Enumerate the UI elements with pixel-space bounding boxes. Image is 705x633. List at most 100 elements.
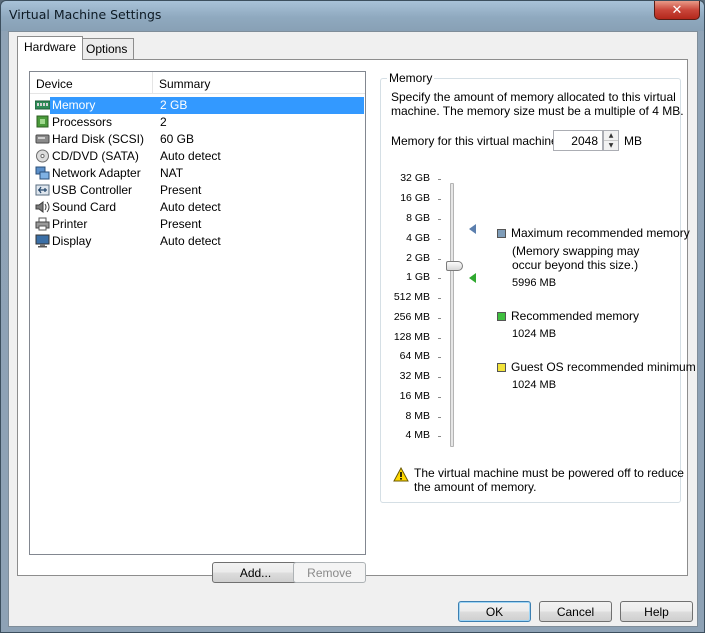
guest-os-minimum-value: 1024 MB: [512, 379, 557, 391]
cd-dvd-icon: [36, 149, 49, 163]
dialog-client-area: Hardware Options Device Summary Memory 2…: [8, 31, 698, 627]
scale-tick-mark: [438, 436, 441, 437]
scale-tick-label: 8 GB: [406, 212, 430, 224]
scale-tick-label: 512 MB: [393, 291, 430, 303]
window-title: Virtual Machine Settings: [9, 7, 162, 22]
guest-os-minimum-label: Guest OS recommended minimum: [511, 360, 696, 374]
ok-button[interactable]: OK: [458, 601, 531, 622]
printer-icon: [35, 217, 50, 231]
scale-tick-mark: [438, 219, 441, 220]
warning-icon: [393, 467, 409, 482]
device-list[interactable]: Device Summary Memory 2 GB Processors 2 …: [29, 71, 366, 555]
hard-disk-icon: [35, 134, 50, 144]
device-name: Printer: [52, 217, 88, 231]
scale-tick-mark: [438, 239, 441, 240]
max-recommended-label: Maximum recommended memory: [511, 226, 690, 240]
device-row-network-adapter[interactable]: Network Adapter NAT: [32, 165, 364, 182]
spin-up-icon[interactable]: ▲: [604, 131, 618, 141]
scale-tick-mark: [438, 338, 441, 339]
scale-tick-mark: [438, 377, 441, 378]
ok-button-label: OK: [485, 604, 504, 619]
device-row-cd-dvd[interactable]: CD/DVD (SATA) Auto detect: [32, 148, 364, 165]
scale-tick-mark: [438, 397, 441, 398]
device-row-sound-card[interactable]: Sound Card Auto detect: [32, 199, 364, 216]
device-summary: Auto detect: [160, 149, 221, 163]
virtual-machine-settings-window: Virtual Machine Settings ✕ Hardware Opti…: [0, 0, 705, 633]
column-header-summary[interactable]: Summary: [159, 77, 210, 91]
warning-text-line1: The virtual machine must be powered off …: [414, 466, 684, 480]
scale-tick-label: 128 MB: [393, 331, 430, 343]
memory-slider-thumb[interactable]: [446, 261, 463, 271]
memory-group: Memory Specify the amount of memory allo…: [380, 71, 696, 503]
max-recommended-legend-icon: [497, 229, 506, 238]
help-button[interactable]: Help: [620, 601, 693, 622]
scale-tick-mark: [438, 179, 441, 180]
device-row-usb-controller[interactable]: USB Controller Present: [32, 182, 364, 199]
memory-description-line1: Specify the amount of memory allocated t…: [391, 90, 676, 104]
max-recommended-note-line2: occur beyond this size.): [512, 258, 639, 272]
title-bar[interactable]: Virtual Machine Settings ✕: [1, 1, 704, 31]
warning-text-line2: the amount of memory.: [414, 480, 537, 494]
device-summary: Present: [160, 217, 202, 231]
device-row-display[interactable]: Display Auto detect: [32, 233, 364, 250]
add-device-button[interactable]: Add...: [212, 562, 299, 583]
remove-device-button-label: Remove: [307, 565, 352, 580]
usb-icon: [35, 184, 50, 196]
cancel-button[interactable]: Cancel: [539, 601, 612, 622]
scale-tick-label: 32 MB: [399, 370, 430, 382]
network-adapter-icon: [35, 166, 50, 180]
memory-description-line2: machine. The memory size must be a multi…: [391, 104, 684, 118]
memory-slider-track[interactable]: [450, 183, 454, 447]
scale-tick-mark: [438, 278, 441, 279]
scale-tick-label: 64 MB: [399, 350, 430, 362]
memory-field-label: Memory for this virtual machine:: [391, 134, 562, 148]
tab-options[interactable]: Options: [79, 38, 135, 59]
scale-tick-mark: [438, 259, 441, 260]
close-icon: ✕: [671, 2, 683, 18]
scale-tick-label: 1 GB: [406, 271, 430, 283]
recommended-marker-icon: [469, 273, 476, 283]
memory-unit-label: MB: [624, 134, 642, 148]
recommended-legend-icon: [497, 312, 506, 321]
recommended-label: Recommended memory: [511, 309, 640, 323]
display-icon: [35, 234, 50, 248]
scale-tick-label: 2 GB: [406, 252, 430, 264]
column-header-device[interactable]: Device: [36, 77, 73, 91]
processor-icon: [36, 115, 49, 128]
sound-card-icon: [35, 201, 50, 213]
device-name: Memory: [52, 98, 96, 112]
scale-tick-label: 4 MB: [405, 429, 430, 441]
device-list-header: Device Summary: [30, 72, 365, 94]
device-name: Sound Card: [52, 200, 117, 214]
device-row-processors[interactable]: Processors 2: [32, 114, 364, 131]
scale-tick-mark: [438, 357, 441, 358]
remove-device-button: Remove: [293, 562, 366, 583]
device-name: CD/DVD (SATA): [52, 149, 139, 163]
scale-tick-mark: [438, 199, 441, 200]
device-summary: Auto detect: [160, 200, 221, 214]
tab-hardware-label: Hardware: [24, 40, 77, 54]
device-row-memory[interactable]: Memory 2 GB: [32, 97, 364, 114]
device-summary: NAT: [160, 166, 184, 180]
tab-hardware[interactable]: Hardware: [17, 36, 84, 60]
device-summary: Present: [160, 183, 202, 197]
memory-size-input[interactable]: 2048: [553, 130, 603, 151]
add-device-button-label: Add...: [239, 565, 272, 580]
guest-os-minimum-legend-icon: [497, 363, 506, 372]
memory-spinner[interactable]: ▲ ▼: [603, 130, 619, 151]
memory-group-title: Memory: [387, 71, 435, 85]
scale-tick-label: 8 MB: [405, 410, 430, 422]
scale-tick-mark: [438, 318, 441, 319]
device-row-hard-disk[interactable]: Hard Disk (SCSI) 60 GB: [32, 131, 364, 148]
scale-tick-mark: [438, 417, 441, 418]
spin-down-icon[interactable]: ▼: [604, 141, 618, 151]
device-summary: 2 GB: [160, 98, 188, 112]
max-recommended-note-line1: (Memory swapping may: [512, 244, 640, 258]
close-button[interactable]: ✕: [654, 1, 700, 20]
tab-options-label: Options: [86, 42, 128, 56]
column-divider[interactable]: [152, 72, 153, 94]
device-row-printer[interactable]: Printer Present: [32, 216, 364, 233]
scale-tick-label: 32 GB: [400, 172, 430, 184]
scale-tick-mark: [438, 298, 441, 299]
scale-tick-label: 16 MB: [399, 390, 430, 402]
